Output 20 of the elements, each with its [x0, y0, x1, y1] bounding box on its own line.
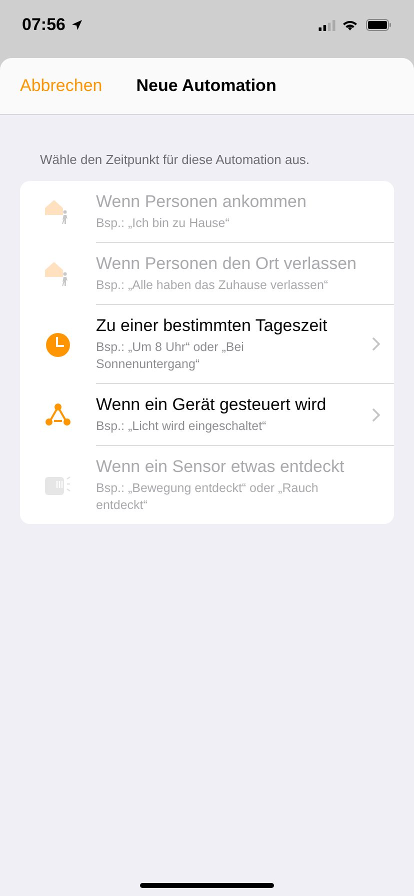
option-title: Wenn ein Sensor etwas entdeckt [96, 456, 346, 478]
chevron-icon [372, 408, 380, 422]
battery-icon [366, 19, 392, 31]
option-example: Bsp.: „Alle haben das Zuhause verlassen“ [96, 277, 330, 294]
section-caption: Wähle den Zeitpunkt für diese Automation aus. [40, 152, 311, 167]
option-example: Bsp.: „Bewegung entdeckt“ oder „Rauch entdeckt“ [96, 480, 320, 514]
clock-icon [44, 330, 72, 358]
option-title[interactable]: Zu einer bestimmten Tageszeit [96, 315, 372, 337]
chevron-icon [372, 337, 380, 351]
option-example: Bsp.: „Um 8 Uhr“ oder „Bei Sonnenuntergang“ [96, 339, 245, 373]
option-title: Wenn Personen ankommen [96, 191, 308, 213]
status-time: 07:56 [22, 15, 66, 35]
location-arrow-icon [71, 19, 84, 31]
option-title[interactable]: Wenn ein Gerät gesteuert wird [96, 394, 372, 416]
wifi-icon [342, 19, 358, 31]
signal-icon [318, 20, 336, 30]
option-example: Bsp.: „Ich bin zu Hause“ [96, 215, 230, 232]
option-title: Wenn Personen den Ort verlassen [96, 253, 358, 275]
option-example: Bsp.: „Licht wird eingeschaltet“ [96, 418, 268, 435]
sheet-title: Neue Automation [136, 76, 276, 96]
